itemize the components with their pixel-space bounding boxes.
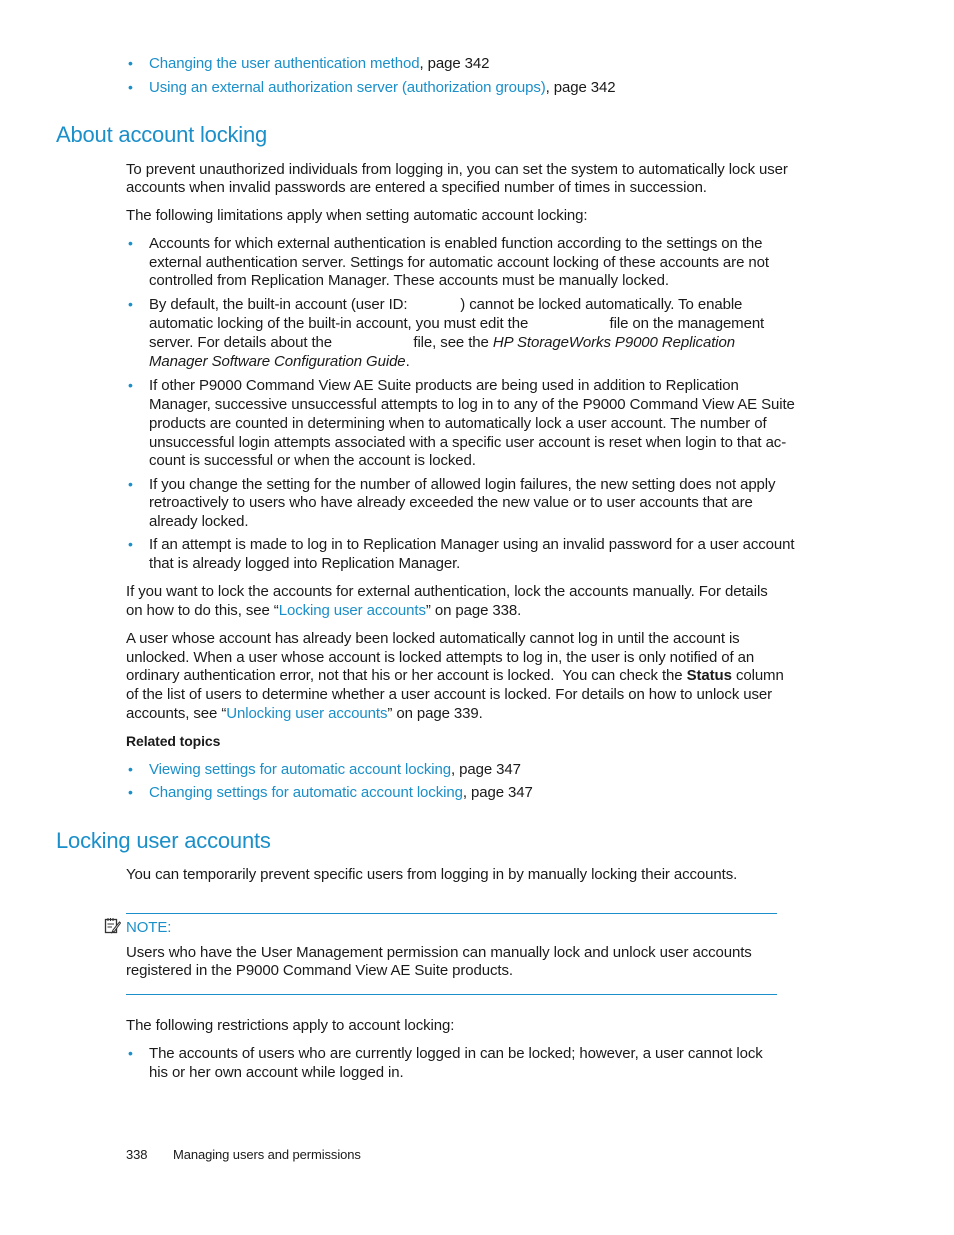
- paragraph-line: on how to do this, see “Locking user acc…: [126, 601, 521, 620]
- bullet: •: [128, 296, 133, 312]
- link-locking-user-accounts[interactable]: Locking user accounts: [279, 602, 426, 619]
- bullet: •: [128, 235, 133, 251]
- guide-title: Manager Software Configuration Guide: [149, 353, 406, 370]
- list-line: Manager Software Configuration Guide.: [149, 352, 410, 371]
- status-column-term: Status: [686, 667, 732, 684]
- bullet: •: [128, 55, 133, 71]
- list-item: Using an external authorization server (…: [149, 78, 616, 97]
- list-line: unsuccessful login attempts associated w…: [149, 434, 787, 451]
- list-line: If you change the setting for the number…: [149, 476, 776, 493]
- guide-title: HP StorageWorks P9000 Replication: [492, 334, 735, 351]
- list-line: external authentication server. Settings…: [149, 254, 769, 271]
- list-line: controlled from Replication Manager. The…: [149, 272, 669, 289]
- paragraph: You can temporarily prevent specific use…: [126, 866, 738, 883]
- bullet: •: [128, 536, 133, 552]
- paragraph-line: accounts, see “Unlocking user accounts” …: [126, 704, 483, 723]
- list-line: The accounts of users who are currently …: [149, 1045, 763, 1062]
- page-number: 338: [126, 1147, 148, 1162]
- list-line: count is successful or when the account …: [149, 452, 476, 469]
- page-ref: , page 347: [462, 784, 533, 801]
- note-icon: [104, 917, 122, 938]
- paragraph-line: A user whose account has already been lo…: [126, 630, 740, 647]
- list-line: already locked.: [149, 513, 249, 530]
- list-line: products are counted in determining when…: [149, 415, 767, 432]
- text: ” on page 339.: [387, 705, 483, 722]
- link-viewing-lock-settings[interactable]: Viewing settings for automatic account l…: [149, 761, 451, 778]
- paragraph-line: unlocked. When a user whose account is l…: [126, 649, 755, 666]
- list-line: his or her own account while logged in.: [149, 1064, 404, 1081]
- bullet: •: [128, 761, 133, 777]
- paragraph-line: of the list of users to determine whethe…: [126, 686, 773, 703]
- note-top-rule: [126, 913, 777, 914]
- bullet: •: [128, 476, 133, 492]
- list-line: By default, the built-in account (user I…: [149, 296, 743, 313]
- page-ref: , page 347: [450, 761, 521, 778]
- page-ref: , page 342: [545, 79, 616, 96]
- list-line: If an attempt is made to log in to Repli…: [149, 536, 795, 553]
- link-changing-auth-method[interactable]: Changing the user authentication method: [149, 55, 420, 72]
- paragraph: The following limitations apply when set…: [126, 207, 588, 224]
- list-line: retroactively to users who have already …: [149, 494, 753, 511]
- chapter-title: Managing users and permissions: [173, 1147, 361, 1162]
- paragraph-line: To prevent unauthorized individuals from…: [126, 161, 788, 178]
- note-bottom-rule: [126, 994, 777, 995]
- text: server. For details about the file, see …: [149, 334, 493, 351]
- paragraph-line: ordinary authentication error, not that …: [126, 666, 784, 685]
- text: .: [405, 353, 410, 370]
- list-line: that is already logged into Replication …: [149, 555, 461, 572]
- bullet: •: [128, 1045, 133, 1061]
- text: accounts, see “: [126, 705, 227, 722]
- text: on how to do this, see “: [126, 602, 279, 619]
- text: ordinary authentication error, not that …: [126, 667, 687, 684]
- bullet: •: [128, 79, 133, 95]
- link-external-auth-server[interactable]: Using an external authorization server (…: [149, 79, 546, 96]
- related-topics-heading: Related topics: [126, 733, 221, 749]
- list-item: Changing settings for automatic account …: [149, 783, 533, 802]
- list-line: Manager, successive unsuccessful attempt…: [149, 396, 795, 413]
- page-ref: , page 342: [419, 55, 490, 72]
- link-changing-lock-settings[interactable]: Changing settings for automatic account …: [149, 784, 463, 801]
- heading-locking-user-accounts: Locking user accounts: [56, 828, 271, 853]
- paragraph-line: If you want to lock the accounts for ext…: [126, 583, 768, 600]
- list-line: server. For details about the file, see …: [149, 333, 735, 352]
- list-item: Viewing settings for automatic account l…: [149, 760, 521, 779]
- note-line: registered in the P9000 Command View AE …: [126, 962, 513, 979]
- note-line: Users who have the User Management permi…: [126, 944, 752, 961]
- link-unlocking-user-accounts[interactable]: Unlocking user accounts: [226, 705, 387, 722]
- paragraph: The following restrictions apply to acco…: [126, 1017, 455, 1034]
- bullet: •: [128, 377, 133, 393]
- text: ” on page 338.: [425, 602, 522, 619]
- list-line: Accounts for which external authenticati…: [149, 235, 763, 252]
- bullet: •: [128, 784, 133, 800]
- list-line: If other P9000 Command View AE Suite pro…: [149, 377, 739, 394]
- list-line: automatic locking of the built-in accoun…: [149, 315, 765, 332]
- paragraph-line: accounts when invalid passwords are ente…: [126, 179, 707, 196]
- note-label: NOTE:: [126, 919, 172, 936]
- list-item: Changing the user authentication method,…: [149, 54, 489, 73]
- heading-about-account-locking: About account locking: [56, 122, 268, 147]
- text: column: [731, 667, 784, 684]
